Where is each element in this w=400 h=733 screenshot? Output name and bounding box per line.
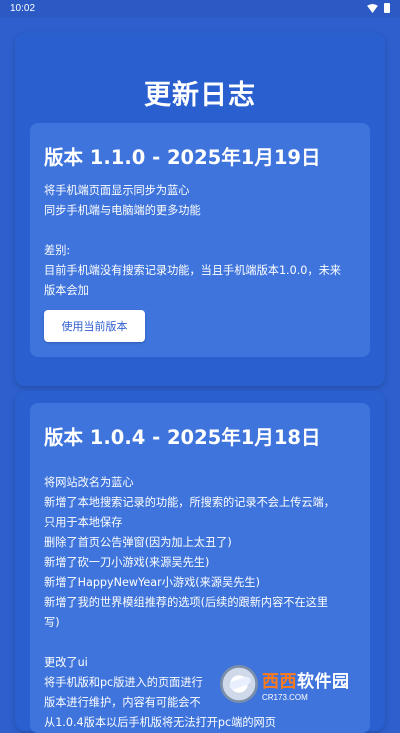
watermark: 西西软件园 CR173.COM: [220, 662, 380, 706]
note-line: 同步手机端与电脑端的更多功能: [44, 204, 201, 217]
note-line: 新增了本地搜索记录的功能，所搜索的记录不会上传云端，: [44, 496, 335, 509]
watermark-logo-icon: [220, 665, 258, 703]
note-line: 新增了我的世界模组推荐的选项(后续的跟新内容不在这里: [44, 596, 329, 609]
note-line: [44, 221, 360, 241]
note-line: [44, 633, 360, 653]
note-line: 写): [44, 616, 60, 629]
watermark-brand: 西西软件园: [262, 667, 350, 692]
battery-icon: [384, 3, 390, 13]
note-line: 新增了HappyNewYear小游戏(来源吴先生): [44, 576, 260, 589]
note-line: 新增了砍一刀小游戏(来源吴先生): [44, 556, 210, 569]
note-line: 将手机端页面显示同步为蓝心: [44, 184, 190, 197]
version-title: 版本 1.0.4 - 2025年1月18日: [44, 426, 321, 449]
version-notes: 将手机端页面显示同步为蓝心 同步手机端与电脑端的更多功能 差别: 目前手机端没有…: [44, 181, 360, 301]
use-current-version-button[interactable]: 使用当前版本: [44, 310, 145, 342]
status-time: 10:02: [10, 3, 36, 14]
version-card-1-1-0: 版本 1.1.0 - 2025年1月19日 将手机端页面显示同步为蓝心 同步手机…: [30, 123, 370, 357]
note-line: 只用于本地保存: [44, 516, 123, 529]
note-line: 目前手机端没有搜索记录功能，当且手机端版本1.0.0，未来: [44, 264, 341, 277]
watermark-brand-a: 西西: [262, 671, 297, 692]
wifi-icon: [367, 3, 378, 13]
watermark-text: 西西软件园 CR173.COM: [262, 667, 350, 702]
note-line: 版本会加: [44, 284, 89, 297]
watermark-brand-b: 软件园: [297, 671, 350, 692]
note-line: 删除了首页公告弹窗(因为加上太丑了): [44, 536, 232, 549]
changelog-panel: 更新日志 版本 1.1.0 - 2025年1月19日 将手机端页面显示同步为蓝心…: [15, 33, 385, 386]
note-line: 差别:: [44, 244, 71, 257]
status-icons: [367, 3, 390, 13]
note-line: 将网站改名为蓝心: [44, 476, 134, 489]
page-title: 更新日志: [144, 80, 256, 111]
watermark-url: CR173.COM: [262, 692, 308, 702]
note-line: 从1.0.4版本以后手机版将无法打开pc端的网页: [44, 716, 276, 729]
status-bar: 10:02: [0, 0, 400, 18]
version-title: 版本 1.1.0 - 2025年1月19日: [44, 146, 321, 169]
